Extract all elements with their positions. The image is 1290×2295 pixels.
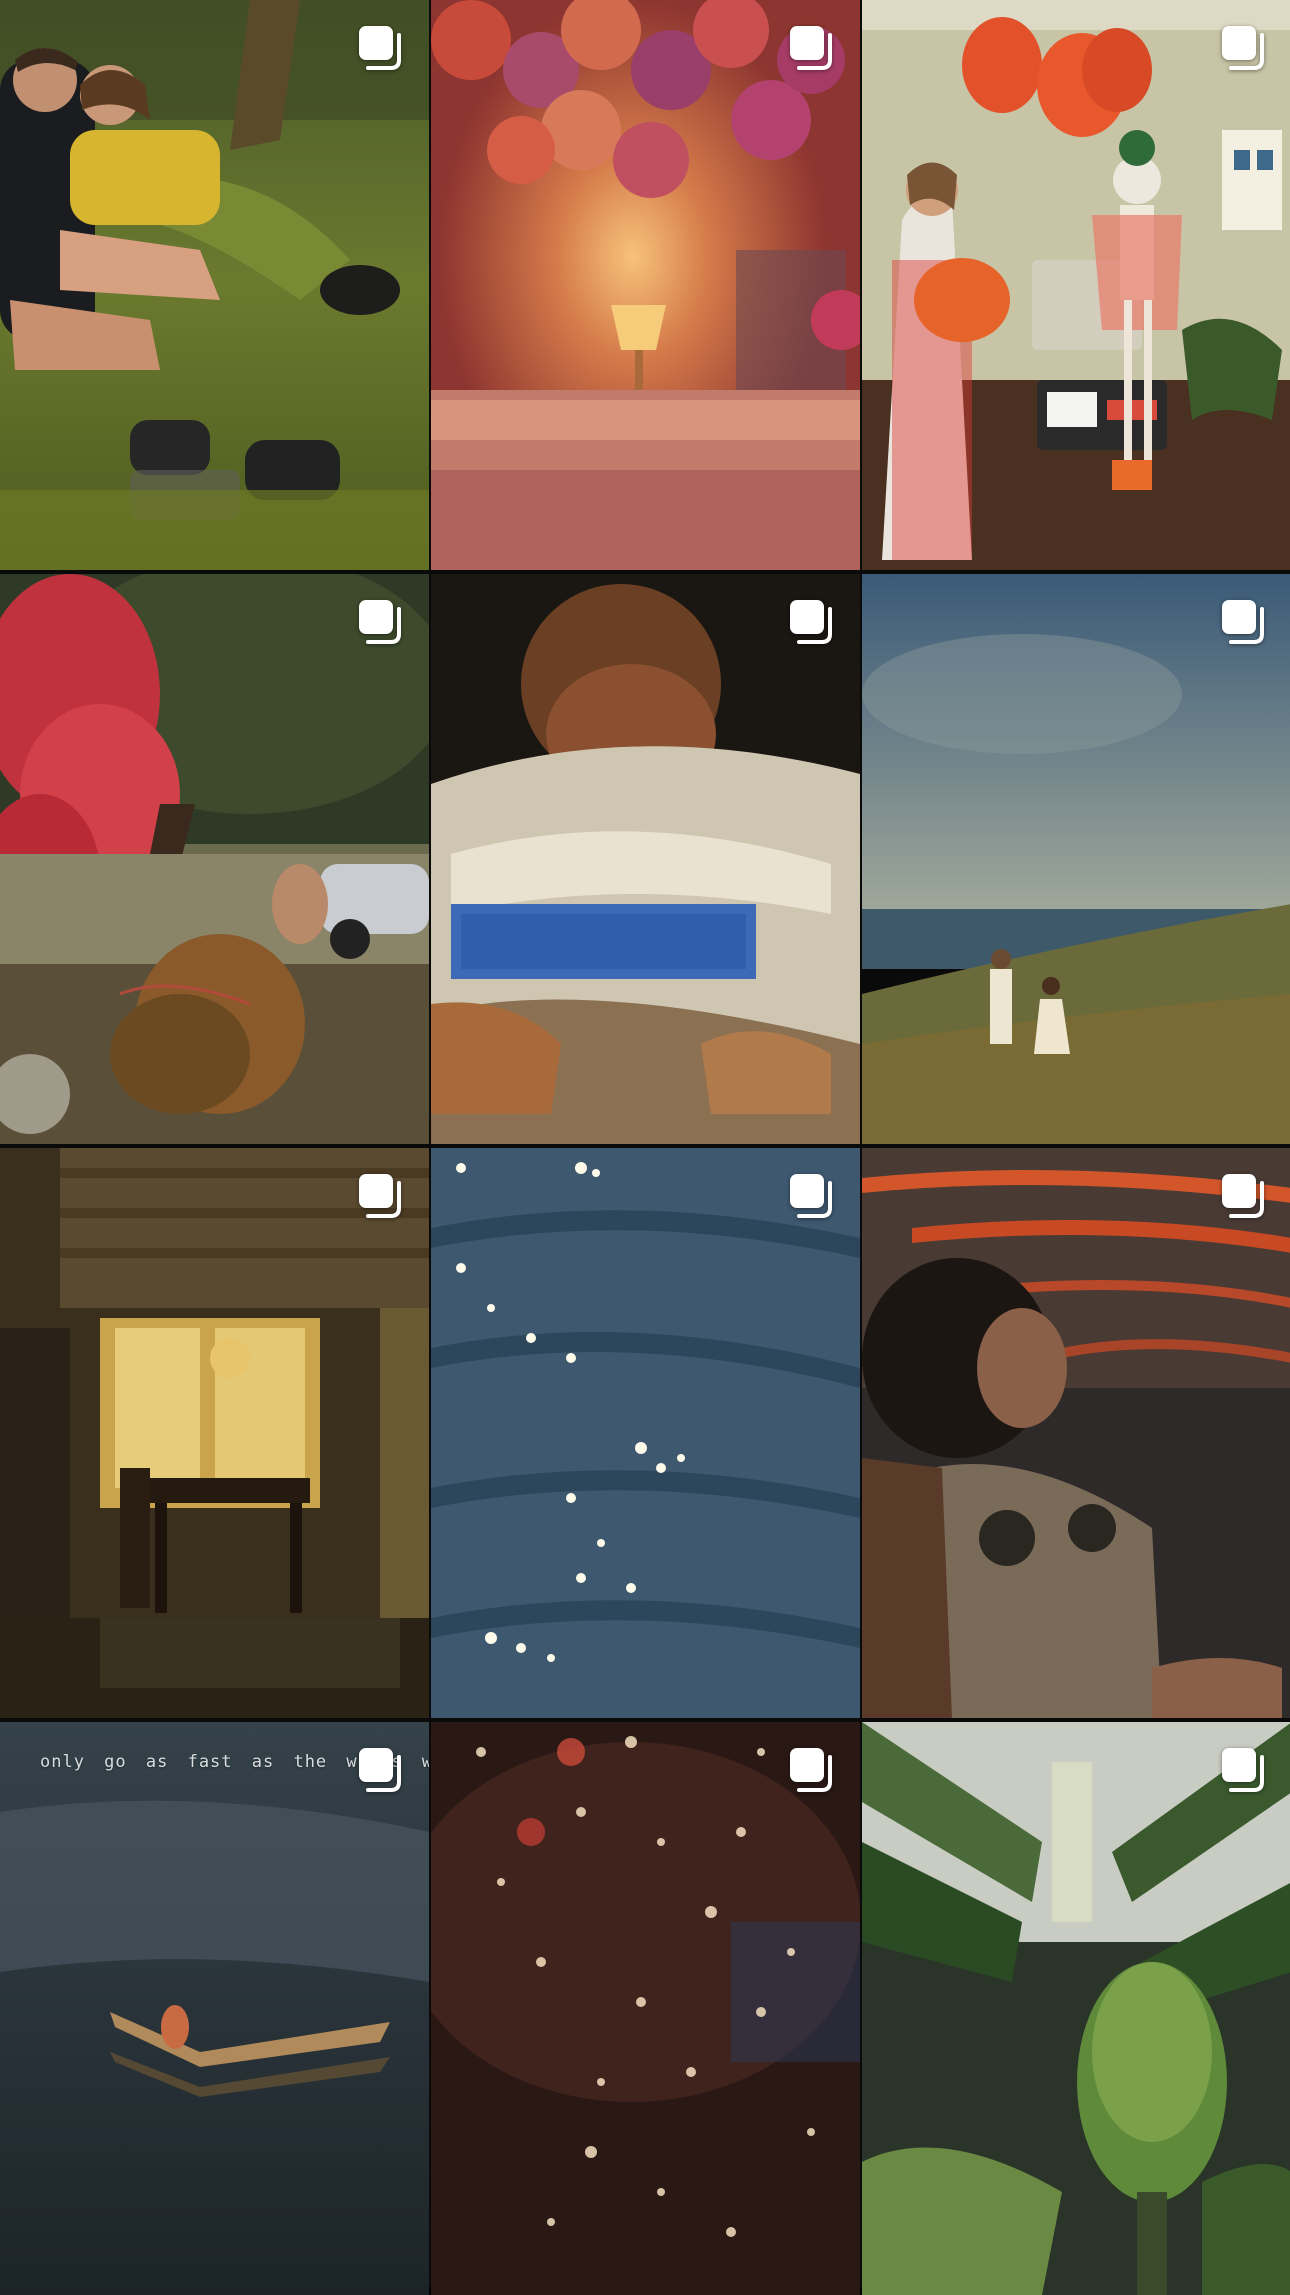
grid-post-bokeh-lights[interactable]: [431, 1722, 860, 2295]
carousel-multi-photo-icon: [355, 1170, 407, 1222]
carousel-multi-photo-icon: [786, 22, 838, 74]
carousel-multi-photo-icon: [786, 1170, 838, 1222]
carousel-multi-photo-icon: [1218, 22, 1270, 74]
grid-post-sparkling-water[interactable]: [431, 1148, 860, 1718]
grid-post-dining-room[interactable]: [0, 1148, 429, 1718]
carousel-multi-photo-icon: [355, 22, 407, 74]
grid-post-halloween-skeleton[interactable]: [862, 0, 1290, 570]
post-image: [862, 1148, 1290, 1718]
post-image: [431, 574, 860, 1144]
grid-post-red-tree[interactable]: [0, 574, 429, 1144]
grid-post-couple-forest[interactable]: [0, 0, 429, 570]
post-image: [431, 1148, 860, 1718]
grid-post-sunset-towel[interactable]: [862, 1148, 1290, 1718]
grid-post-canoe-lake[interactable]: only go as fast as the winds will take y: [0, 1722, 429, 2295]
post-image: [0, 574, 429, 1144]
post-image: [862, 0, 1290, 570]
grid-post-coast-couple[interactable]: [862, 574, 1290, 1144]
carousel-multi-photo-icon: [355, 596, 407, 648]
post-image: [862, 574, 1290, 1144]
post-image: [0, 1148, 429, 1718]
post-image: [862, 1722, 1290, 2295]
carousel-multi-photo-icon: [355, 1744, 407, 1796]
carousel-multi-photo-icon: [786, 596, 838, 648]
carousel-multi-photo-icon: [1218, 1170, 1270, 1222]
grid-post-light-shirt[interactable]: [431, 574, 860, 1144]
grid-post-balloons-room[interactable]: [431, 0, 860, 570]
grid-post-banana-tree[interactable]: [862, 1722, 1290, 2295]
carousel-multi-photo-icon: [786, 1744, 838, 1796]
carousel-multi-photo-icon: [1218, 596, 1270, 648]
post-image: [431, 0, 860, 570]
carousel-multi-photo-icon: [1218, 1744, 1270, 1796]
post-image: [431, 1722, 860, 2295]
post-image: [0, 1722, 429, 2295]
post-image: [0, 0, 429, 570]
photo-grid: only go as fast as the winds will take y: [0, 0, 1290, 2295]
